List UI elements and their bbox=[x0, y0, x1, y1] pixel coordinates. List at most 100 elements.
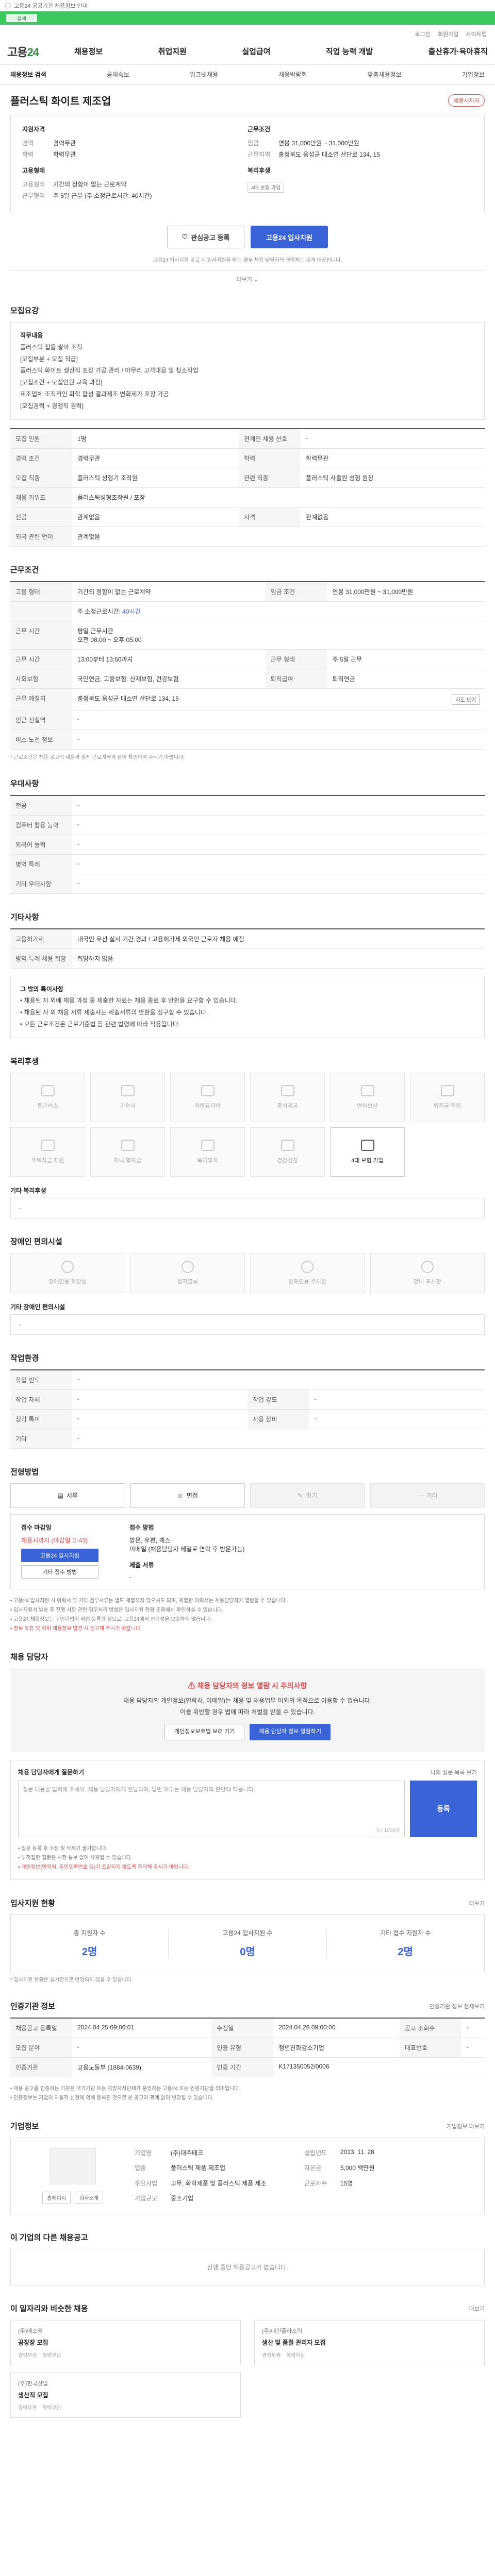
work-table: 고용 형태 기간의 정함이 없는 근로계약 임금 조건 연봉 31,000만원 ~ … bbox=[10, 581, 485, 750]
card-education: 학력무관 bbox=[42, 2405, 61, 2412]
row-value: 기간의 정함이 없는 근로계약 bbox=[72, 581, 266, 602]
process-step: ⋯ 기타 bbox=[370, 1483, 485, 1508]
job-card[interactable]: (주)에스엠 공장장 모집 경력무관 학력무관 bbox=[10, 2320, 241, 2366]
privacy-law-button[interactable]: 개인정보보호법 보러 가기 bbox=[164, 1724, 245, 1741]
table-row: 병역 특례 채용 희망 희망하지 않음 bbox=[10, 948, 485, 969]
search-input[interactable]: 검색 bbox=[6, 14, 37, 22]
menu-item-support[interactable]: 취업지원 bbox=[158, 46, 187, 57]
menu-item-training[interactable]: 직업 능력 개발 bbox=[326, 46, 373, 57]
parking-icon bbox=[301, 1260, 314, 1273]
company-links: 홈페이지 회사소개 bbox=[42, 2192, 103, 2204]
row-label: 청각 특이 bbox=[10, 1409, 72, 1429]
row-label: 작업 빈도 bbox=[10, 1369, 72, 1390]
row-label: 버스 노선 정보 bbox=[10, 730, 72, 750]
stats-more-link[interactable]: 더보기 bbox=[469, 1899, 485, 1907]
row-label: 모집 인원 bbox=[10, 428, 72, 449]
row-value: - bbox=[72, 854, 485, 874]
company-more-link[interactable]: 기업정보 더보기 bbox=[447, 2122, 485, 2130]
view-contact-button[interactable]: 채용 담당자 정보 열람하기 bbox=[250, 1724, 331, 1741]
row-label bbox=[10, 601, 72, 621]
facility-label: 장애인용 주차장 bbox=[288, 1278, 327, 1285]
table-row: 전공 - bbox=[10, 795, 485, 816]
note-line: • 고용24 채용정보는 구인기업이 직접 등록한 정보로, 고용24에서 신뢰… bbox=[10, 1616, 212, 1622]
menu-item-unemployment[interactable]: 실업급여 bbox=[242, 46, 270, 57]
my-questions-link[interactable]: 나의 질문 목록 보기 bbox=[431, 1768, 477, 1776]
map-button[interactable]: 지도 보기 bbox=[452, 693, 480, 705]
recruit-title: 모집요강 bbox=[10, 307, 39, 315]
welfare-heading: 복리후생 bbox=[248, 167, 271, 174]
note-line: • 채용된 자 외에 채용 과정 중 제출한 자료는 채용 종료 후 반환을 요… bbox=[20, 997, 238, 1005]
row-label: 인증 기간 bbox=[211, 2057, 274, 2078]
welfare-item: 중식제공 bbox=[250, 1072, 325, 1122]
subnav-item-fair[interactable]: 채용박람회 bbox=[278, 70, 307, 79]
row-label: 임금 조건 bbox=[265, 581, 327, 602]
subnav-item-bulletin[interactable]: 공채속보 bbox=[107, 70, 129, 79]
homepage-link[interactable]: 홈페이지 bbox=[42, 2192, 71, 2204]
row-value: 플러스틱 성형기 조작원 bbox=[72, 468, 239, 488]
info-label: 설립년도 bbox=[304, 2149, 327, 2157]
table-row: 버스 노선 정보 - bbox=[10, 730, 485, 750]
site-logo[interactable]: 고용24 bbox=[7, 43, 69, 60]
work-note: * 근로조건은 채용 공고의 내용과 실제 근로계약과 같이 확인하여 주시기 … bbox=[10, 754, 185, 760]
salary-value: 연봉 31,000만원 ~ 31,000만원 bbox=[278, 140, 359, 147]
company-logo bbox=[50, 2148, 96, 2185]
step-label: 서류 bbox=[66, 1492, 78, 1500]
job-title: 플러스틱 화이트 제조업 bbox=[10, 96, 111, 107]
welfare-title: 복리후생 bbox=[10, 1057, 39, 1066]
row-value: - bbox=[72, 2038, 212, 2058]
house-icon bbox=[41, 1139, 55, 1151]
car-icon bbox=[201, 1084, 214, 1096]
row-label: 인증 유형 bbox=[211, 2038, 274, 2058]
table-row: 인근 전철역 - bbox=[10, 710, 485, 730]
auth-more-link[interactable]: 인증기관 정보 전체보기 bbox=[430, 2002, 485, 2010]
login-link[interactable]: 로그인 bbox=[415, 30, 431, 38]
subnav-item-company[interactable]: 기업정보 bbox=[462, 70, 485, 79]
process-step: ▤ 서류 bbox=[10, 1483, 125, 1508]
stat-item: 고용24 입사지원 수 0명 bbox=[169, 1928, 327, 1959]
menu-item-jobs[interactable]: 채용정보 bbox=[74, 46, 103, 57]
desc-line: [모집부분 + 모집 직급] bbox=[20, 355, 78, 363]
calendar-icon bbox=[360, 1084, 374, 1096]
stats-note: * 입사지원 현황은 실시간으로 반영되지 않을 수 있습니다. bbox=[10, 1977, 133, 1984]
row-value: 평일 근무시간 오전 08:00 ~ 오후 05:00 bbox=[72, 621, 485, 650]
subnav-item-worknet[interactable]: 워크넷채용 bbox=[190, 70, 218, 79]
intro-link[interactable]: 회사소개 bbox=[75, 2192, 103, 2204]
method-value: 방문, 우편, 팩스 bbox=[129, 1536, 171, 1544]
welfare-label: 퇴직금 적립 bbox=[433, 1103, 461, 1109]
warning-line: 채용 담당자의 개인정보(연락처, 이메일)는 채용 및 채용업무 이외의 목적… bbox=[123, 1697, 372, 1704]
signup-link[interactable]: 회원가입 bbox=[438, 30, 458, 38]
dormitory-icon bbox=[121, 1084, 135, 1096]
more-toggle[interactable]: 더보기 ⌄ bbox=[10, 270, 485, 287]
logo-text-a: 고용 bbox=[7, 45, 27, 59]
row-label: 채용공고 등록일 bbox=[10, 2018, 72, 2039]
warning-title-text: 채용 담당자의 정보 열람 시 주의사항 bbox=[197, 1681, 307, 1690]
interest-button[interactable]: ♡ 관심공고 등록 bbox=[167, 226, 244, 248]
apply-online-button[interactable]: 고용24 입사지원 bbox=[21, 1548, 98, 1562]
menu-item-leave[interactable]: 출산휴가·육아휴직 bbox=[428, 46, 488, 57]
submit-question-button[interactable]: 등록 bbox=[410, 1781, 477, 1838]
subnav-item-custom[interactable]: 맞춤채용정보 bbox=[367, 70, 401, 79]
method-col: 접수 방법 방문, 우편, 팩스 이메일 (채용담당자 메일로 연락 후 방문가… bbox=[129, 1523, 244, 1581]
card-company: (주)한국산업 bbox=[18, 2381, 48, 2387]
welfare-item: 육아휴직 bbox=[170, 1127, 245, 1177]
job-card[interactable]: (주)한국산업 생산직 모집 경력무관 학력무관 bbox=[10, 2372, 241, 2418]
table-row: 모집 분야 - 인증 유형 청년친화강소기업 대표번호 - bbox=[10, 2038, 485, 2058]
row-label: 관계인 채용 선호 bbox=[239, 428, 301, 449]
info-label: 자본금 bbox=[304, 2164, 322, 2172]
recommend-more-link[interactable]: 더보기 bbox=[469, 2304, 485, 2313]
apply-button[interactable]: 고용24 입사지원 bbox=[251, 226, 328, 248]
card-title: 생산직 모집 bbox=[18, 2392, 48, 2399]
row-value: - bbox=[72, 815, 485, 835]
stat-item: 총 지원자 수 2명 bbox=[11, 1928, 169, 1959]
row-label: 병역 특례 채용 희망 bbox=[10, 948, 72, 969]
question-textarea[interactable]: 질문 내용을 입력해 주세요. 채용 담당자에게 전달되며, 답변 여부는 채용… bbox=[18, 1781, 405, 1838]
note-line: • 채용 공고를 인증하는 기관은 국가기관 또는 지방자치단체가 운영하는 고… bbox=[10, 2086, 241, 2092]
apply-other-button[interactable]: 기타 접수 방법 bbox=[21, 1565, 98, 1579]
row-value: - bbox=[72, 1369, 485, 1390]
row-label: 수정일 bbox=[211, 2018, 274, 2039]
job-card[interactable]: (주)대한플라스틱 생산 및 품질 관리자 모집 경력무관 학력무관 bbox=[254, 2320, 485, 2366]
row-label: 경력 조건 bbox=[10, 448, 72, 468]
sitemap-link[interactable]: 사이트맵 bbox=[466, 30, 487, 38]
table-row: 채용공고 등록일 2024.04.25 09:06:01 수정일 2024.04.2… bbox=[10, 2018, 485, 2039]
subnav-item-search[interactable]: 채용정보 검색 bbox=[10, 70, 46, 79]
